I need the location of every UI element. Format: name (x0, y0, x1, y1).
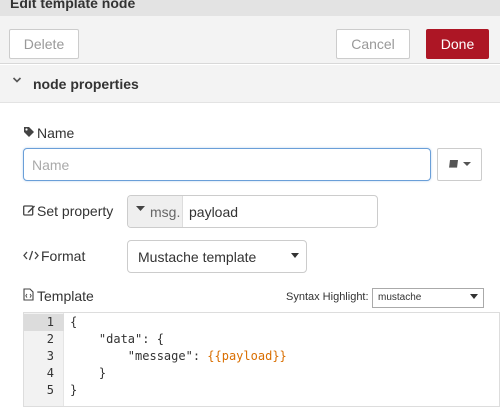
file-code-icon (23, 288, 37, 304)
caret-down-icon (462, 158, 471, 170)
template-label-group: Template (23, 288, 94, 304)
line-number: 2 (46, 332, 54, 346)
format-label: Format (41, 248, 86, 264)
line-number: 3 (46, 349, 54, 363)
tag-icon (23, 126, 37, 141)
code-icon (23, 250, 41, 264)
dialog-toolbar: Delete Cancel Done (0, 16, 500, 64)
syntax-highlight-label: Syntax Highlight: (286, 291, 369, 303)
edit-icon (23, 204, 37, 219)
done-button[interactable]: Done (426, 29, 489, 59)
chevron-down-icon (12, 74, 22, 88)
syntax-highlight-select[interactable]: mustache (372, 288, 484, 308)
cancel-button[interactable]: Cancel (336, 29, 410, 59)
name-label-group: Name (23, 125, 74, 141)
code-line: { (70, 315, 78, 329)
node-properties-header[interactable]: node properties (0, 65, 500, 103)
delete-button[interactable]: Delete (9, 29, 79, 59)
caret-down-icon (136, 204, 145, 215)
code-line: "data": { (70, 332, 164, 346)
property-typed-input[interactable]: msg. payload (127, 195, 378, 228)
line-number: 1 (24, 314, 64, 331)
format-select[interactable]: Mustache template (127, 240, 307, 273)
syntax-highlight-value: mustache (378, 292, 422, 303)
line-number: 4 (46, 366, 54, 380)
book-icon (448, 158, 462, 170)
property-value[interactable]: payload (189, 204, 238, 220)
dialog-title: Edit template node (10, 0, 136, 11)
property-type-button[interactable]: msg. (128, 196, 183, 227)
code-line: } (70, 366, 107, 380)
caret-down-icon (470, 293, 478, 302)
node-config-menu-button[interactable] (437, 148, 482, 181)
template-label: Template (37, 288, 94, 304)
dialog-title-bar: Edit template node (0, 0, 500, 16)
code-line: } (70, 383, 78, 397)
template-open-braces: {{ (207, 349, 222, 363)
editor-gutter: 1 2 3 4 5 (24, 313, 64, 406)
name-label: Name (37, 125, 75, 141)
code-line: "message": {{payload}} (70, 349, 287, 363)
property-prefix: msg. (150, 204, 181, 220)
caret-down-icon (291, 251, 299, 261)
property-label: Set property (37, 203, 114, 219)
template-variable: payload (221, 349, 273, 363)
template-close-braces: }} (272, 349, 287, 363)
format-label-group: Format (23, 248, 85, 264)
line-number: 5 (46, 383, 54, 397)
name-input[interactable] (23, 148, 431, 181)
section-title: node properties (33, 76, 139, 92)
template-code-editor[interactable]: 1 2 3 4 5 { "data": { "message": {{paylo… (23, 312, 500, 407)
property-label-group: Set property (23, 203, 113, 219)
format-select-value: Mustache template (138, 249, 257, 265)
